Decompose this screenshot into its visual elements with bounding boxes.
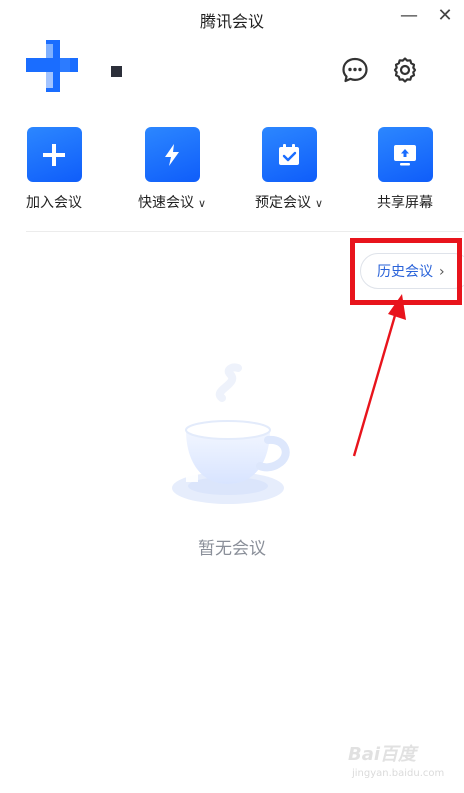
plus-icon (43, 143, 65, 166)
quick-meeting-tile[interactable] (144, 127, 200, 182)
chat-bubble-icon[interactable] (341, 56, 369, 84)
minimize-button[interactable]: — (396, 4, 422, 28)
gear-icon[interactable] (391, 56, 419, 84)
calendar-check-icon (279, 143, 299, 165)
coffee-cup-icon (172, 363, 290, 504)
share-screen-label: 共享屏幕 (377, 195, 433, 211)
schedule-meeting-tile[interactable] (261, 127, 317, 182)
status-dot (111, 66, 122, 77)
annotation-arrow-icon (352, 294, 406, 457)
join-meeting-label: 加入会议 (26, 195, 82, 211)
screen-share-icon (394, 144, 416, 165)
quick-meeting-button[interactable]: 快速会议 ∨ (122, 127, 222, 212)
lightning-icon (165, 143, 179, 166)
close-button[interactable]: ✕ (432, 4, 458, 28)
title-bar: 腾讯会议 — ✕ (0, 0, 464, 36)
watermark-brand: Bai百度 (348, 744, 417, 765)
divider (26, 231, 464, 232)
chevron-down-icon[interactable]: ∨ (198, 197, 206, 210)
schedule-meeting-button[interactable]: 预定会议 ∨ (239, 127, 339, 212)
schedule-meeting-label: 预定会议 ∨ (254, 195, 324, 211)
avatar-icon[interactable] (26, 40, 78, 92)
share-screen-tile[interactable] (377, 127, 433, 182)
watermark-url: jingyan.baidu.com (352, 768, 445, 779)
watermark-logo: Bai百度 jingyan.baidu.com (346, 738, 456, 788)
empty-state-text: 暂无会议 (198, 539, 266, 559)
chevron-down-icon[interactable]: ∨ (315, 197, 323, 210)
quick-meeting-label: 快速会议 ∨ (137, 195, 207, 211)
join-meeting-tile[interactable] (26, 127, 82, 182)
join-meeting-button[interactable]: 加入会议 (4, 127, 104, 212)
window-title: 腾讯会议 (199, 12, 264, 31)
share-screen-button[interactable]: 共享屏幕 (355, 127, 455, 212)
